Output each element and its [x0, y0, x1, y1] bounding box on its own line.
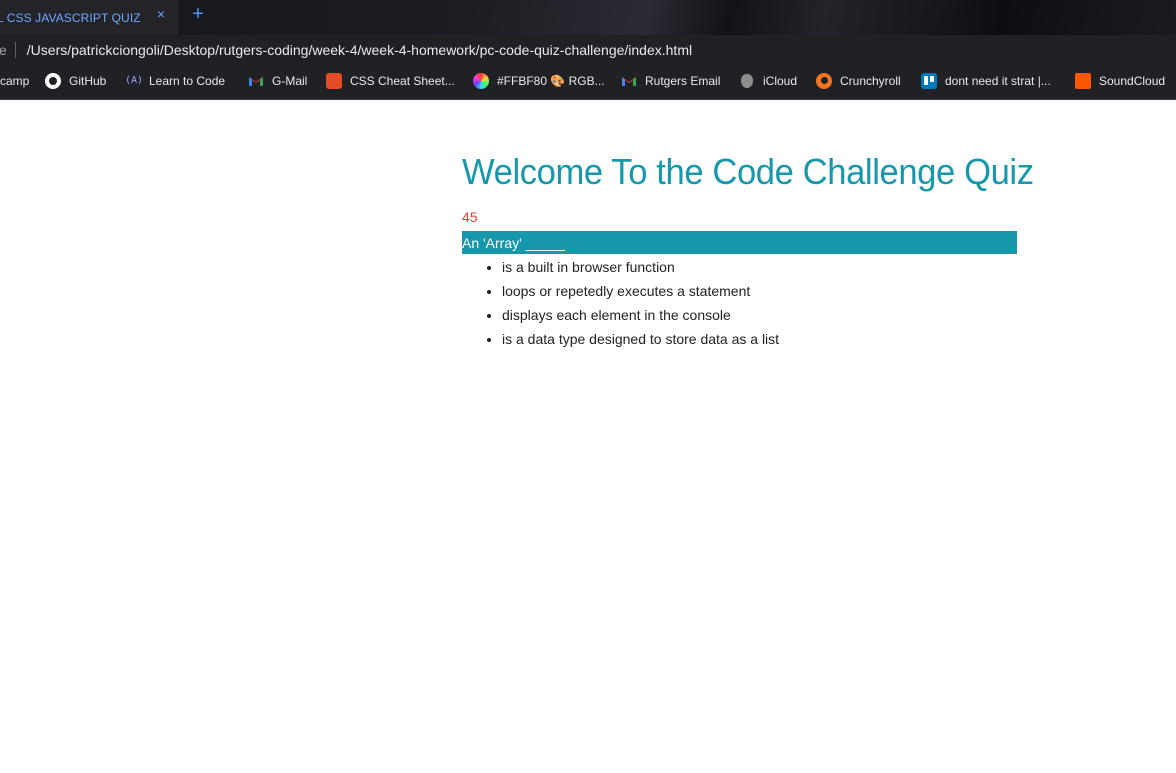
page-viewport: Welcome To the Code Challenge Quiz 45 An… [0, 100, 1176, 773]
question-text: An 'Array' _____ [462, 231, 1017, 254]
bookmark-label: Rutgers Email [645, 74, 721, 88]
bookmark-rutgers-email[interactable]: Rutgers Email [621, 64, 720, 98]
answer-option[interactable]: is a data type designed to store data as… [502, 327, 1017, 351]
bookmark-label: iCloud [763, 74, 798, 88]
tab-strip: L CSS JAVASCRIPT QUIZ × + [0, 0, 1176, 35]
browser-tab[interactable]: L CSS JAVASCRIPT QUIZ × [0, 0, 178, 35]
color-picker-icon [473, 73, 489, 89]
bookmark-camp[interactable]: camp [0, 64, 29, 98]
learn-to-code-icon: (A) [125, 75, 144, 86]
answer-option[interactable]: displays each element in the console [502, 303, 1017, 327]
tab-close-icon[interactable]: × [153, 6, 169, 22]
page-title: Welcome To the Code Challenge Quiz [462, 151, 1034, 192]
gmail-icon [249, 77, 263, 86]
bookmark-crunchyroll[interactable]: Crunchyroll [816, 64, 901, 98]
address-prefix: e [0, 41, 7, 58]
apple-icon [741, 74, 753, 88]
bookmark-trello[interactable]: dont need it strat |... [921, 64, 1051, 98]
answer-list: is a built in browser function loops or … [462, 255, 1017, 351]
bookmark-label: G-Mail [272, 74, 308, 88]
trello-icon [921, 73, 937, 89]
bookmarks-bar: camp GitHub (A) Learn to Code G-Mail CSS… [0, 64, 1176, 100]
bookmark-label: #FFBF80 🎨 RGB... [497, 74, 605, 88]
bookmark-label: CSS Cheat Sheet... [350, 74, 455, 88]
timer-countdown: 45 [462, 209, 478, 225]
answer-option[interactable]: loops or repetedly executes a statement [502, 279, 1017, 303]
bookmark-github[interactable]: GitHub [45, 64, 106, 98]
address-separator [14, 41, 16, 58]
bookmark-label: SoundCloud [1099, 74, 1166, 88]
bookmark-icloud[interactable]: iCloud [739, 64, 797, 98]
answer-option[interactable]: is a built in browser function [502, 255, 1017, 279]
bookmark-learn-to-code[interactable]: (A) Learn to Code [125, 64, 225, 98]
bookmark-color-picker[interactable]: #FFBF80 🎨 RGB... [473, 64, 605, 98]
address-url[interactable]: /Users/patrickciongoli/Desktop/rutgers-c… [27, 42, 692, 58]
github-icon [45, 73, 61, 89]
new-tab-icon[interactable]: + [188, 3, 208, 25]
quiz-container: Welcome To the Code Challenge Quiz 45 An… [462, 150, 1034, 351]
bookmark-css-cheat-sheet[interactable]: CSS Cheat Sheet... [326, 64, 455, 98]
bookmark-gmail[interactable]: G-Mail [248, 64, 307, 98]
address-bar[interactable]: e /Users/patrickciongoli/Desktop/rutgers… [0, 35, 1176, 64]
css-cheat-sheet-icon [326, 73, 342, 89]
bookmark-soundcloud[interactable]: SoundCloud [1075, 64, 1165, 98]
bookmark-label: Learn to Code [149, 74, 226, 88]
bookmark-label: GitHub [69, 74, 107, 88]
bookmark-label: camp [0, 74, 30, 88]
gmail-icon [622, 77, 636, 86]
bookmark-label: Crunchyroll [840, 74, 901, 88]
crunchyroll-icon [816, 73, 832, 89]
soundcloud-icon [1075, 73, 1091, 89]
bookmark-label: dont need it strat |... [945, 74, 1051, 88]
tab-title: L CSS JAVASCRIPT QUIZ [0, 10, 141, 25]
